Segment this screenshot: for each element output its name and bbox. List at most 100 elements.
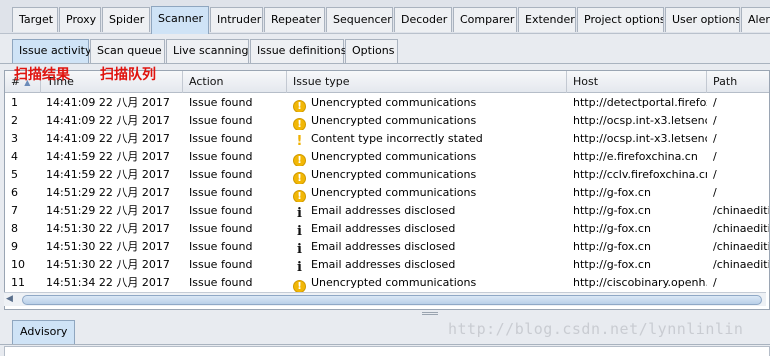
row-time: 14:51:34 22 八月 2017: [46, 276, 170, 289]
table-row[interactable]: 2 14:41:09 22 八月 2017 Issue found ! Unenc…: [5, 112, 769, 130]
warning-icon: !: [293, 280, 306, 292]
info-icon: i: [297, 206, 302, 220]
row-action: Issue found: [189, 114, 253, 127]
row-number: 7: [11, 204, 18, 217]
subtab-live-scanning[interactable]: Live scanning: [166, 39, 249, 63]
advisory-panel: [4, 346, 770, 356]
tab-target[interactable]: Target: [12, 7, 58, 32]
warning-icon: !: [293, 118, 306, 130]
row-host: http://g-fox.cn: [573, 240, 651, 253]
row-time: 14:51:30 22 八月 2017: [46, 222, 170, 235]
row-path: /: [713, 276, 717, 289]
tab-repeater[interactable]: Repeater: [264, 7, 325, 32]
column-header-issue-type[interactable]: Issue type: [287, 71, 567, 93]
issue-activity-table: # ▲ Time Action Issue type Host Path 1 14…: [4, 70, 770, 310]
table-row[interactable]: 11 14:51:34 22 八月 2017 Issue found ! Unen…: [5, 274, 769, 292]
row-number: 3: [11, 132, 18, 145]
row-action: Issue found: [189, 276, 253, 289]
row-path: /chinaedition: [713, 258, 770, 271]
subtab-scan-queue[interactable]: Scan queue: [90, 39, 165, 63]
row-host: http://g-fox.cn: [573, 258, 651, 271]
row-action: Issue found: [189, 186, 253, 199]
top-tab-bar: Target Proxy Spider Scanner Intruder Rep…: [0, 0, 770, 34]
tab-project-options[interactable]: Project options: [577, 7, 664, 32]
table-row[interactable]: 6 14:51:29 22 八月 2017 Issue found ! Unenc…: [5, 184, 769, 202]
row-host: http://g-fox.cn: [573, 186, 651, 199]
row-action: Issue found: [189, 168, 253, 181]
table-row[interactable]: 10 14:51:30 22 八月 2017 Issue found i Emai…: [5, 256, 770, 274]
row-issue-type: ! Content type incorrectly stated: [287, 130, 567, 148]
row-number: 4: [11, 150, 18, 163]
tab-intruder[interactable]: Intruder: [210, 7, 263, 32]
row-action: Issue found: [189, 132, 253, 145]
tab-scanner[interactable]: Scanner: [151, 6, 209, 34]
table-row[interactable]: 4 14:41:59 22 八月 2017 Issue found ! Unenc…: [5, 148, 769, 166]
row-path: /: [713, 168, 717, 181]
row-number: 2: [11, 114, 18, 127]
row-issue-type: i Email addresses disclosed: [287, 256, 567, 274]
tab-advisory[interactable]: Advisory: [12, 320, 76, 344]
sub-tab-bar: Issue activity Scan queue Live scanning …: [0, 34, 770, 64]
row-time: 14:51:29 22 八月 2017: [46, 204, 170, 217]
table-row[interactable]: 7 14:51:29 22 八月 2017 Issue found i Email…: [5, 202, 769, 220]
tab-decoder[interactable]: Decoder: [394, 7, 452, 32]
info-icon: i: [297, 242, 302, 256]
row-host: http://detectportal.firefox...: [573, 96, 707, 109]
scroll-left-icon[interactable]: ◀: [6, 294, 13, 304]
splitter-grip-icon[interactable]: [422, 312, 438, 315]
row-issue-type: ! Unencrypted communications: [287, 184, 567, 202]
info-icon: i: [297, 260, 302, 274]
row-host: http://ocsp.int-x3.letsenc...: [573, 132, 707, 145]
row-issue-type: i Email addresses disclosed: [287, 220, 567, 238]
table-row[interactable]: 1 14:41:09 22 八月 2017 Issue found ! Unenc…: [5, 94, 769, 112]
row-time: 14:41:09 22 八月 2017: [46, 132, 170, 145]
info-icon: i: [297, 224, 302, 238]
row-issue-type: i Email addresses disclosed: [287, 202, 567, 220]
tab-spider[interactable]: Spider: [102, 7, 150, 32]
row-path: /chinaedition: [713, 240, 770, 253]
row-path: /: [713, 96, 717, 109]
column-header-host[interactable]: Host: [567, 71, 707, 93]
pane-splitter[interactable]: [0, 310, 770, 318]
horizontal-scrollbar[interactable]: ◀: [4, 292, 766, 306]
warning-icon: !: [293, 190, 306, 202]
row-host: http://g-fox.cn: [573, 204, 651, 217]
row-action: Issue found: [189, 204, 253, 217]
row-host: http://cclv.firefoxchina.cn: [573, 168, 707, 181]
subtab-issue-definitions[interactable]: Issue definitions: [250, 39, 346, 63]
row-time: 14:41:09 22 八月 2017: [46, 114, 170, 127]
column-header-action[interactable]: Action: [183, 71, 287, 93]
watermark: http://blog.csdn.net/lynnlinlin: [448, 320, 744, 338]
column-header-path[interactable]: Path: [707, 71, 769, 93]
row-path: /: [713, 132, 717, 145]
row-issue-type: i Email addresses disclosed: [287, 238, 567, 256]
warning-icon: !: [293, 100, 306, 112]
warning-icon: !: [293, 154, 306, 166]
tab-extender[interactable]: Extender: [518, 7, 576, 32]
tab-comparer[interactable]: Comparer: [453, 7, 517, 32]
row-issue-type: ! Unencrypted communications: [287, 94, 567, 112]
row-action: Issue found: [189, 258, 253, 271]
table-row[interactable]: 8 14:51:30 22 八月 2017 Issue found i Email…: [5, 220, 770, 238]
row-host: http://g-fox.cn: [573, 222, 651, 235]
scrollbar-thumb[interactable]: [22, 295, 762, 305]
table-row[interactable]: 3 14:41:09 22 八月 2017 Issue found ! Conte…: [5, 130, 769, 148]
tab-user-options[interactable]: User options: [665, 7, 740, 32]
row-action: Issue found: [189, 222, 253, 235]
row-issue-type: ! Unencrypted communications: [287, 112, 567, 130]
annotation-scan-results: 扫描结果: [14, 67, 70, 83]
row-host: http://ciscobinary.openh...: [573, 276, 707, 289]
row-time: 14:41:59 22 八月 2017: [46, 168, 170, 181]
row-number: 6: [11, 186, 18, 199]
table-row[interactable]: 5 14:41:59 22 八月 2017 Issue found ! Unenc…: [5, 166, 769, 184]
row-path: /chinaedition: [713, 222, 770, 235]
tab-sequencer[interactable]: Sequencer: [326, 7, 393, 32]
tab-alerts[interactable]: Aler: [741, 7, 770, 32]
subtab-options[interactable]: Options: [345, 39, 398, 63]
subtab-issue-activity[interactable]: Issue activity: [12, 39, 92, 63]
row-path: /: [713, 186, 717, 199]
row-time: 14:51:30 22 八月 2017: [46, 240, 170, 253]
table-row[interactable]: 9 14:51:30 22 八月 2017 Issue found i Email…: [5, 238, 770, 256]
row-number: 10: [11, 258, 25, 271]
tab-proxy[interactable]: Proxy: [59, 7, 101, 32]
